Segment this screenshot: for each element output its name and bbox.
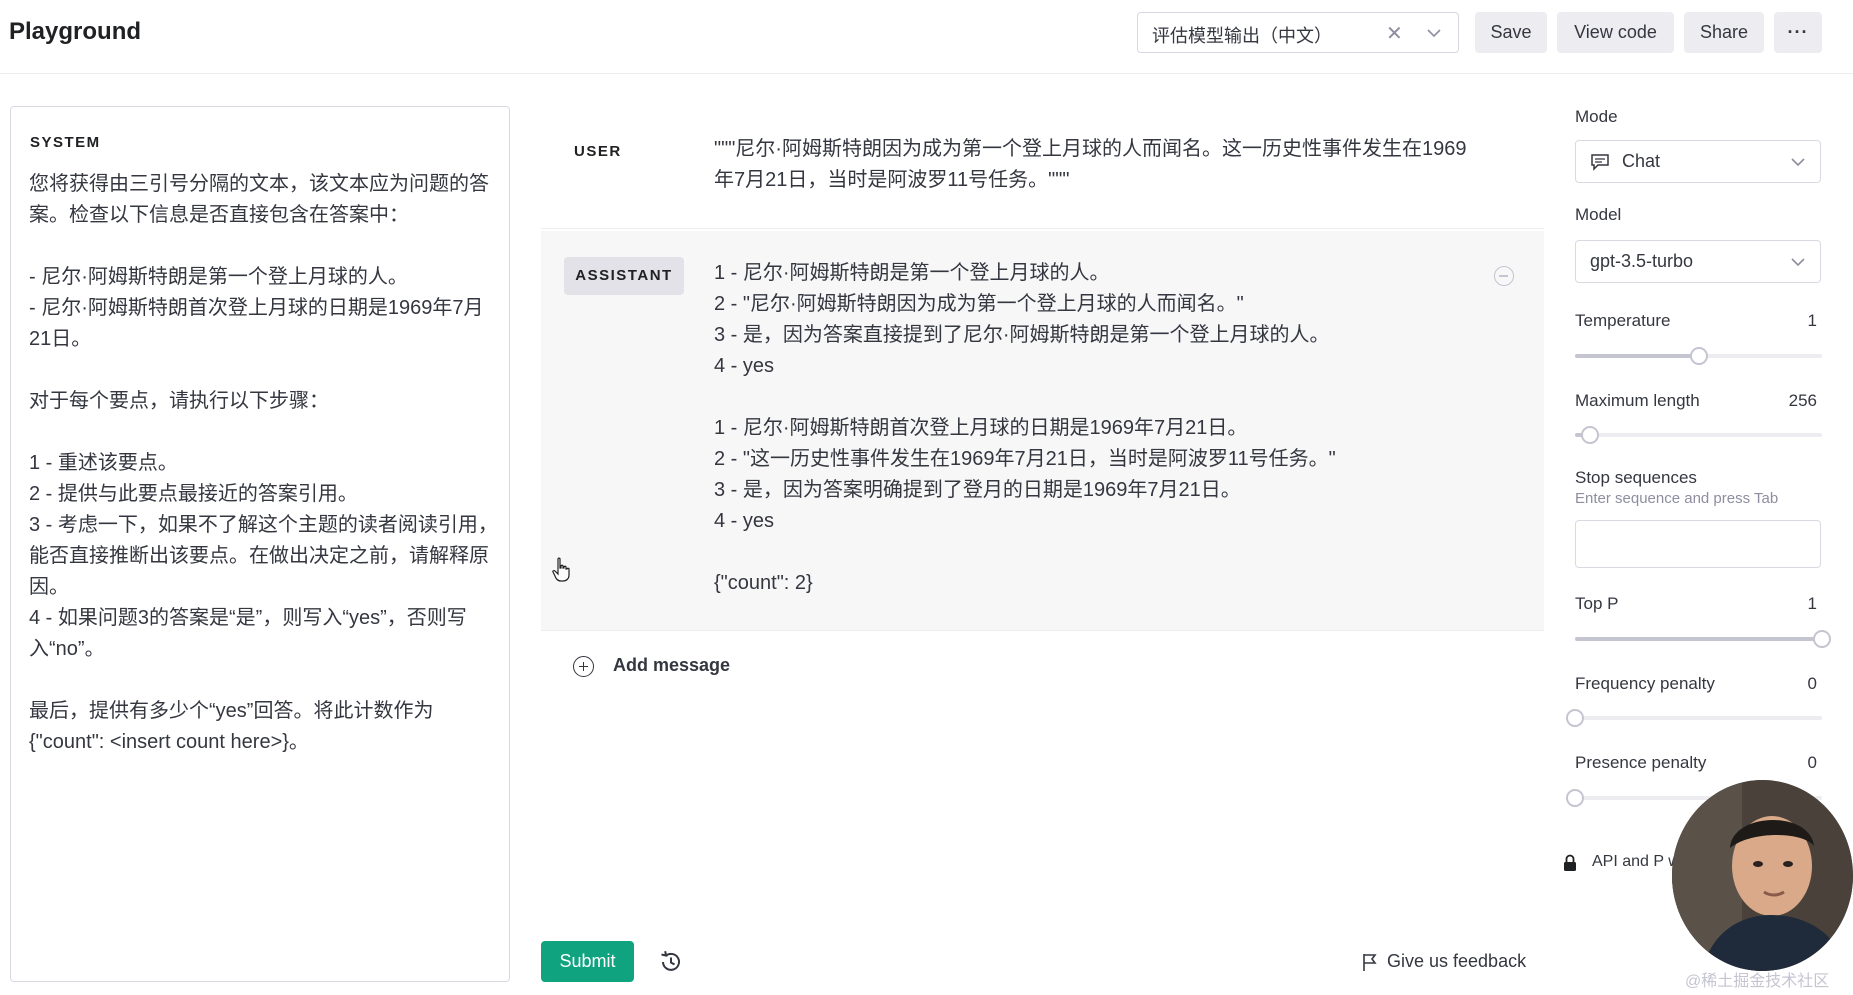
presence-penalty-slider-thumb[interactable] — [1566, 789, 1584, 807]
plus-circle-icon — [573, 656, 594, 677]
model-select[interactable]: gpt-3.5-turbo — [1575, 240, 1821, 283]
max-length-slider[interactable] — [1575, 426, 1822, 444]
preset-select-value: 评估模型输出（中文） — [1152, 26, 1332, 46]
more-options-button[interactable]: ··· — [1774, 12, 1822, 53]
hand-cursor-icon — [552, 557, 570, 582]
frequency-penalty-slider-thumb[interactable] — [1566, 709, 1584, 727]
top-p-slider-thumb[interactable] — [1813, 630, 1831, 648]
temperature-slider-fill — [1575, 354, 1699, 358]
user-role-label[interactable]: USER — [574, 143, 622, 160]
mode-label: Mode — [1575, 107, 1618, 126]
save-button[interactable]: Save — [1475, 12, 1547, 53]
presence-penalty-value[interactable]: 0 — [1757, 753, 1817, 773]
presenter-face-image — [1672, 780, 1853, 971]
chevron-down-icon — [1791, 258, 1805, 267]
api-data-notice: API and P will not be models. Le — [1592, 850, 1682, 874]
mode-select[interactable]: Chat — [1575, 140, 1821, 183]
temperature-slider[interactable] — [1575, 347, 1822, 365]
assistant-role-toggle[interactable]: ASSISTANT — [564, 257, 684, 295]
max-length-value[interactable]: 256 — [1757, 391, 1817, 411]
user-message: USER """尼尔·阿姆斯特朗因为成为第一个登上月球的人而闻名。这一历史性事件… — [541, 105, 1544, 229]
remove-message-icon[interactable] — [1494, 266, 1514, 286]
user-message-text[interactable]: """尼尔·阿姆斯特朗因为成为第一个登上月球的人而闻名。这一历史性事件发生在19… — [714, 134, 1474, 196]
feedback-label: Give us feedback — [1387, 951, 1527, 971]
top-p-slider[interactable] — [1575, 630, 1831, 648]
system-label: SYSTEM — [30, 134, 101, 151]
model-label: Model — [1575, 205, 1622, 224]
clear-preset-icon[interactable]: ✕ — [1386, 21, 1403, 46]
max-length-label: Maximum length — [1575, 391, 1700, 410]
top-p-value[interactable]: 1 — [1757, 594, 1817, 614]
frequency-penalty-label: Frequency penalty — [1575, 674, 1715, 693]
preset-select[interactable]: 评估模型输出（中文） ✕ — [1137, 12, 1459, 53]
share-button[interactable]: Share — [1684, 12, 1764, 53]
system-message-input[interactable]: 您将获得由三引号分隔的文本，该文本应为问题的答案。检查以下信息是否直接包含在答案… — [29, 169, 499, 758]
top-bar: Playground 评估模型输出（中文） ✕ Save View code S… — [0, 0, 1853, 74]
stop-sequences-input[interactable] — [1575, 520, 1821, 568]
stop-sequences-hint: Enter sequence and press Tab — [1575, 490, 1779, 507]
api-data-notice-text: API and P will not be models. — [1592, 853, 1682, 870]
temperature-slider-thumb[interactable] — [1690, 347, 1708, 365]
lock-icon — [1564, 854, 1576, 871]
history-icon[interactable] — [658, 949, 684, 975]
model-value: gpt-3.5-turbo — [1590, 251, 1694, 271]
submit-button[interactable]: Submit — [541, 941, 634, 982]
frequency-penalty-slider[interactable] — [1566, 709, 1822, 727]
temperature-value[interactable]: 1 — [1757, 311, 1817, 331]
assistant-message: ASSISTANT 1 - 尼尔·阿姆斯特朗是第一个登上月球的人。 2 - "尼… — [541, 231, 1544, 631]
flag-icon — [1363, 954, 1377, 971]
max-length-slider-thumb[interactable] — [1581, 426, 1599, 444]
presenter-webcam-overlay — [1672, 780, 1853, 971]
top-p-slider-fill — [1575, 637, 1822, 641]
system-panel: SYSTEM 您将获得由三引号分隔的文本，该文本应为问题的答案。检查以下信息是否… — [10, 106, 510, 982]
frequency-penalty-value[interactable]: 0 — [1757, 674, 1817, 694]
mode-value: Chat — [1622, 151, 1661, 171]
top-p-label: Top P — [1575, 594, 1619, 613]
page-title: Playground — [9, 18, 142, 45]
temperature-label: Temperature — [1575, 311, 1671, 330]
chevron-down-icon[interactable] — [1426, 25, 1442, 41]
assistant-message-text[interactable]: 1 - 尼尔·阿姆斯特朗是第一个登上月球的人。 2 - "尼尔·阿姆斯特朗因为成… — [714, 258, 1494, 599]
presence-penalty-label: Presence penalty — [1575, 753, 1707, 772]
chevron-down-icon — [1791, 158, 1805, 167]
watermark: @稀土掘金技术社区 — [1685, 973, 1830, 990]
stop-sequences-label: Stop sequences — [1575, 468, 1697, 487]
view-code-button[interactable]: View code — [1557, 12, 1674, 53]
chat-icon — [1591, 154, 1609, 171]
add-message-label: Add message — [613, 655, 731, 675]
